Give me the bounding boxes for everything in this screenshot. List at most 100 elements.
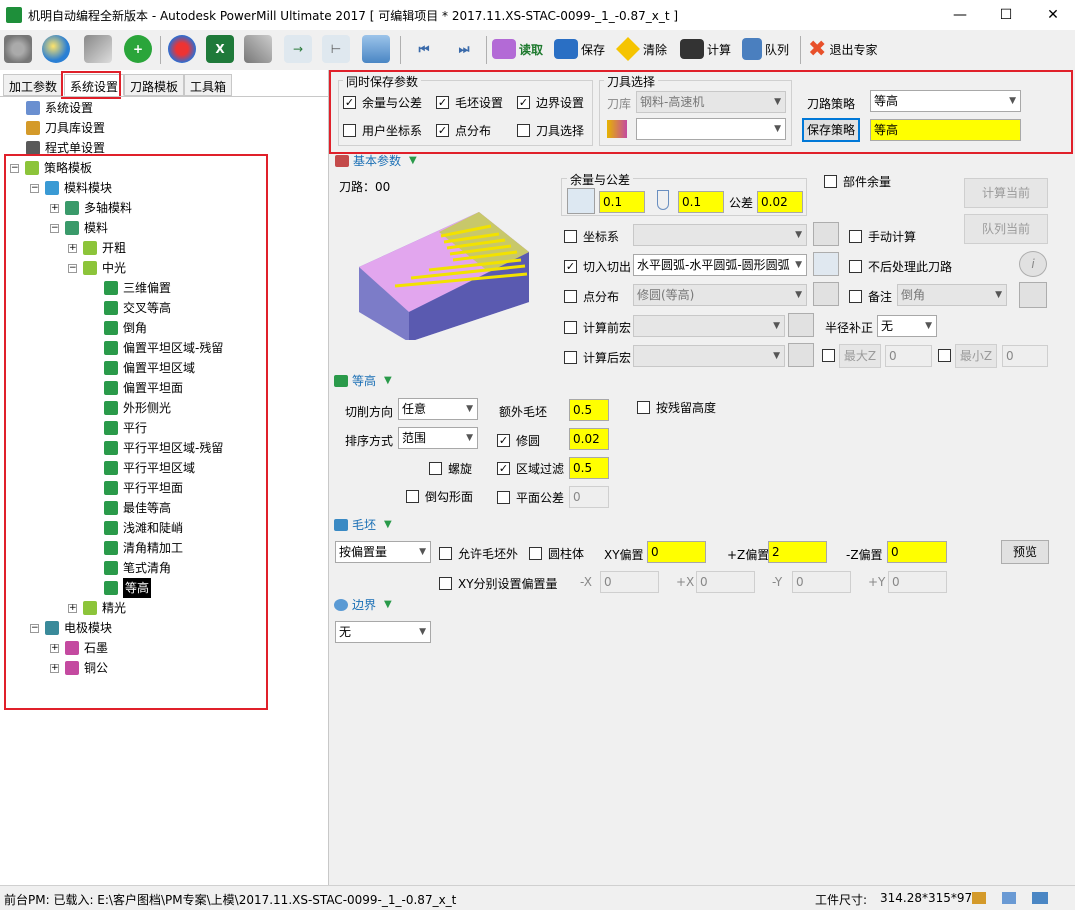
order-select[interactable]: 范围 ▼ (398, 427, 478, 449)
no-postprocess-checkbox[interactable]: 不后处理此刀路 (849, 258, 952, 275)
points-settings-button[interactable] (813, 282, 839, 306)
block-header[interactable]: 毛坯 ▼ (334, 516, 392, 533)
leadin-checkbox[interactable]: ✓ 切入切出 (564, 258, 631, 275)
scallop-checkbox[interactable]: 按残留高度 (637, 399, 716, 416)
boundary-select[interactable]: 无 ▼ (335, 621, 431, 643)
maxz-input[interactable]: 0 (885, 345, 932, 367)
minz-button[interactable]: 最小Z (955, 344, 997, 368)
tab-machining-params[interactable]: 加工参数 (3, 74, 64, 96)
queue-current-button[interactable]: 队列当前 (964, 214, 1048, 244)
radial-allowance-icon[interactable] (567, 188, 595, 214)
exit-expert-button[interactable]: ✖ 退出专家 (808, 34, 877, 64)
tab-toolpath-template[interactable]: 刀路模板 (124, 74, 185, 96)
leadin-settings-button[interactable] (813, 252, 839, 276)
wrench-icon[interactable] (244, 35, 272, 63)
minz-input[interactable]: 0 (1002, 345, 1048, 367)
extra-stock-input[interactable]: 0.5 (569, 399, 609, 421)
radial-allowance-input[interactable]: 0.1 (599, 191, 645, 213)
last-icon[interactable]: ⏭ (450, 35, 478, 63)
cut-dir-select[interactable]: 任意 ▼ (398, 398, 478, 420)
points-toggle-checkbox[interactable]: 点分布 (564, 288, 619, 305)
round-input[interactable]: 0.02 (569, 428, 609, 450)
toolbar-separator (486, 36, 487, 64)
block-type-select[interactable]: 按偏置量 ▼ (335, 541, 431, 563)
xy-offset-input[interactable]: 0 (647, 541, 706, 563)
gear-icon[interactable] (4, 35, 32, 63)
allow-outside-checkbox[interactable]: 允许毛坯外 (439, 545, 518, 562)
globe-icon[interactable] (42, 35, 70, 63)
precalc-macro-select[interactable]: ▼ (633, 315, 785, 337)
boundary-header[interactable]: 边界 ▼ (334, 596, 392, 613)
import-icon[interactable]: → (284, 35, 312, 63)
precalc-macro-button[interactable] (788, 313, 814, 337)
plus-y-input[interactable]: 0 (888, 571, 947, 593)
tool-holder-icon[interactable] (84, 35, 112, 63)
flat-tol-checkbox[interactable]: 平面公差 (497, 489, 564, 506)
close-button[interactable]: ✕ (1041, 4, 1065, 26)
ucs-toggle-checkbox[interactable]: 坐标系 (564, 228, 619, 245)
excel-icon[interactable]: X (206, 35, 234, 63)
folder-icon[interactable] (362, 35, 390, 63)
pz-offset-input[interactable]: 2 (768, 541, 827, 563)
postcalc-macro-select[interactable]: ▼ (633, 345, 785, 367)
calc-button[interactable]: 计算 (680, 34, 731, 64)
tree-item-toollib[interactable]: 刀具库设置 (26, 118, 105, 138)
basic-params-header[interactable]: 基本参数 ▼ (335, 152, 417, 169)
note-select[interactable]: 倒角 ▼ (897, 284, 1007, 306)
save-button[interactable]: 保存 (554, 34, 605, 64)
area-filter-checkbox[interactable]: ✓ 区域过滤 (497, 460, 564, 477)
tree-icon[interactable]: ⊢ (322, 35, 350, 63)
maxz-button[interactable]: 最大Z (839, 344, 881, 368)
folder-icon[interactable] (1032, 892, 1048, 904)
view-icon[interactable] (1002, 892, 1016, 904)
maximize-button[interactable]: ☐ (994, 4, 1018, 26)
postcalc-macro-checkbox[interactable]: 计算后宏 (564, 349, 631, 366)
minz-checkbox[interactable] (938, 349, 951, 362)
minus-x-input[interactable]: 0 (600, 571, 659, 593)
maxz-checkbox[interactable] (822, 349, 835, 362)
clear-button[interactable]: 清除 (616, 34, 667, 64)
minimize-button[interactable]: — (948, 4, 972, 26)
minus-y-label: -Y (772, 575, 783, 589)
note-checkbox[interactable]: 备注 (849, 288, 892, 305)
tolerance-input[interactable]: 0.02 (757, 191, 803, 213)
preview-button[interactable]: 预览 (1001, 540, 1049, 564)
tab-toolbox[interactable]: 工具箱 (184, 74, 233, 96)
leadin-select[interactable]: 水平圆弧-水平圆弧-圆形圆弧 ▼ (633, 254, 807, 276)
cut-dir-label: 切削方向 (345, 405, 394, 419)
ucs-select[interactable]: ▼ (633, 224, 807, 246)
postcalc-macro-button[interactable] (788, 343, 814, 367)
read-button[interactable]: 读取 (492, 34, 543, 64)
xy-separate-checkbox[interactable]: XY分别设置偏置量 (439, 575, 558, 592)
left-panel: 加工参数 系统设置 刀路模板 工具箱 系统设置 刀具库设置 程式单设置 − 策略模… (0, 70, 329, 885)
axial-allowance-input[interactable]: 0.1 (678, 191, 724, 213)
add-icon[interactable]: + (124, 35, 152, 63)
cylinder-checkbox[interactable]: 圆柱体 (529, 545, 584, 562)
pz-offset-label: +Z偏置 (727, 548, 770, 562)
minus-y-input[interactable]: 0 (792, 571, 851, 593)
points-select[interactable]: 修圆(等高) ▼ (633, 284, 807, 306)
fillet-face-checkbox[interactable]: 倒勾形面 (406, 488, 473, 505)
area-filter-input[interactable]: 0.5 (569, 457, 609, 479)
note-add-button[interactable] (1019, 282, 1047, 308)
queue-button[interactable]: 队列 (742, 34, 789, 64)
precalc-macro-checkbox[interactable]: 计算前宏 (564, 319, 631, 336)
first-icon[interactable]: ⏮ (410, 35, 438, 63)
round-checkbox[interactable]: ✓ 修圆 (497, 432, 540, 449)
spiral-checkbox[interactable]: 螺旋 (429, 460, 472, 477)
plus-x-input[interactable]: 0 (696, 571, 755, 593)
extra-stock-label: 额外毛坯 (499, 405, 548, 419)
part-allowance-checkbox[interactable]: 部件余量 (824, 173, 891, 190)
ucs-pick-button[interactable] (813, 222, 839, 246)
calc-current-button[interactable]: 计算当前 (964, 178, 1048, 208)
flat-tol-input[interactable]: 0 (569, 486, 609, 508)
undo-icon[interactable] (972, 892, 986, 904)
manual-calc-checkbox[interactable]: 手动计算 (849, 228, 916, 245)
calculate-icon (680, 39, 704, 59)
nz-offset-input[interactable]: 0 (887, 541, 947, 563)
contour-header[interactable]: 等高 ▼ (334, 372, 392, 389)
radius-comp-select[interactable]: 无 ▼ (877, 315, 937, 337)
sphere-icon[interactable] (168, 35, 196, 63)
info-icon[interactable]: i (1019, 251, 1047, 277)
tree-item-system[interactable]: 系统设置 (26, 98, 93, 118)
